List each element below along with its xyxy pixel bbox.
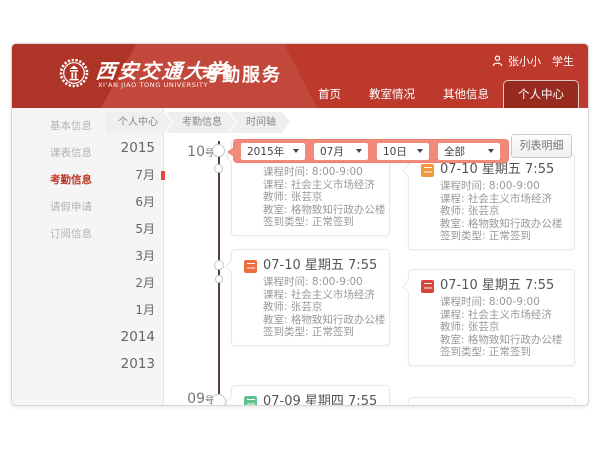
- calendar-icon: [244, 396, 257, 407]
- app-window: 西安交通大学 XI'AN JIAO TONG UNIVERSITY 考勤服务 张…: [11, 43, 589, 406]
- card-body: 课程时间: 8:00-9:00 课程: 社会主义市场经济 教师: 张芸京 教室:…: [421, 180, 562, 243]
- list-detail-button[interactable]: 列表明细: [511, 134, 572, 158]
- nav-item-personal-center[interactable]: 个人中心: [503, 80, 579, 108]
- sidebar: 基本信息 课表信息 考勤信息 请假申请 订阅信息 2015 7月 6月 5月 3…: [12, 108, 164, 406]
- attendance-card: 07-10 星期五 7:55 课程时间: 8:00-9:00 课程: 社会主义市…: [231, 249, 390, 346]
- breadcrumb-timeline[interactable]: 时间轴: [230, 112, 290, 133]
- university-name-en: XI'AN JIAO TONG UNIVERSITY: [98, 81, 208, 89]
- timeline-line: [218, 141, 220, 405]
- timeline-node: [214, 260, 224, 270]
- card-header: 07-10 星期五 7:55: [244, 258, 377, 274]
- day-label-10: 10号: [170, 144, 214, 160]
- breadcrumb-attendance-info[interactable]: 考勤信息: [166, 112, 236, 133]
- timeline-nav-jan[interactable]: 1月: [121, 297, 155, 324]
- scope-dropdown[interactable]: 全部: [438, 143, 500, 160]
- nav-item-other-info[interactable]: 其他信息: [429, 81, 503, 108]
- calendar-icon: [244, 260, 257, 273]
- timeline-nav-2014[interactable]: 2014: [121, 324, 155, 351]
- chevron-down-icon: [488, 149, 494, 153]
- university-logo-icon: [59, 58, 89, 88]
- card-header: 07-10 星期五 7:55: [421, 162, 562, 178]
- chevron-down-icon: [417, 149, 423, 153]
- card-date: 07-10 星期五 7:55: [440, 278, 554, 294]
- timeline-nav-jun[interactable]: 6月: [121, 189, 155, 216]
- breadcrumb: 个人中心 考勤信息 时间轴: [106, 112, 290, 133]
- timeline-nav-feb[interactable]: 2月: [121, 270, 155, 297]
- nav-item-classrooms[interactable]: 教室情况: [355, 81, 429, 108]
- page: 西安交通大学 XI'AN JIAO TONG UNIVERSITY 考勤服务 张…: [0, 0, 600, 450]
- card-date: 07-10 星期五 7:55: [263, 258, 377, 274]
- breadcrumb-personal-center[interactable]: 个人中心: [106, 112, 172, 133]
- chevron-down-icon: [293, 149, 299, 153]
- month-dropdown[interactable]: 07月: [314, 143, 368, 160]
- date-filter-bar: 2015年 07月 10日 全部: [233, 139, 509, 163]
- card-body: 课程时间: 8:00-9:00 课程: 社会主义市场经济 教师: 张芸京 教室:…: [244, 276, 377, 339]
- card-header: 07-09 星期四 7:55: [244, 394, 377, 406]
- timeline-nav-jul[interactable]: 7月: [121, 162, 155, 189]
- timeline-node: [215, 275, 223, 283]
- calendar-icon: [421, 280, 434, 293]
- user-role: 学生: [552, 53, 574, 69]
- timeline-nav-may[interactable]: 5月: [121, 216, 155, 243]
- calendar-icon: [421, 164, 434, 177]
- year-dropdown[interactable]: 2015年: [241, 143, 305, 160]
- timeline-nav-mar[interactable]: 3月: [121, 243, 155, 270]
- attendance-card: 07-10 星期五 7:55 课程时间: 8:00-9:00 课程: 社会主义市…: [408, 153, 575, 250]
- day-dropdown[interactable]: 10日: [377, 143, 429, 160]
- card-body: 课程时间: 8:00-9:00 课程: 社会主义市场经济 教师: 张芸京 教室:…: [421, 296, 562, 359]
- user-info[interactable]: 张小小 学生: [492, 53, 574, 69]
- day-label-09: 09号: [170, 391, 214, 406]
- card-body: 课程时间: 8:00-9:00 课程: 社会主义市场经济 教师: 张芸京 教室:…: [244, 166, 377, 229]
- nav-item-home[interactable]: 首页: [304, 81, 355, 108]
- timeline-nav-2015[interactable]: 2015: [121, 135, 155, 162]
- user-icon: [492, 55, 503, 67]
- attendance-card: 07-09 星期四 7:55 课程时间: 8:00-9:00 课程: 社会主义市…: [231, 385, 390, 406]
- attendance-card: 07-10 星期五 7:55 课程时间: 8:00-9:00 课程: 社会主义市…: [408, 269, 575, 366]
- user-name: 张小小: [508, 53, 541, 69]
- card-header: 07-10 星期五 7:55: [421, 278, 562, 294]
- timeline-node: [214, 164, 223, 173]
- timeline-year-nav: 2015 7月 6月 5月 3月 2月 1月 2014 2013: [121, 135, 155, 378]
- chevron-down-icon: [356, 149, 362, 153]
- current-month-marker: [161, 171, 165, 180]
- app-header: 西安交通大学 XI'AN JIAO TONG UNIVERSITY 考勤服务 张…: [12, 44, 588, 108]
- card-date: 07-09 星期四 7:55: [263, 394, 377, 406]
- card-date: 07-10 星期五 7:55: [440, 162, 554, 178]
- app-title: 考勤服务: [202, 61, 282, 87]
- attendance-card-clipped: [408, 397, 575, 406]
- top-nav: 首页 教室情况 其他信息 个人中心: [304, 80, 579, 108]
- timeline-nav-2013[interactable]: 2013: [121, 351, 155, 378]
